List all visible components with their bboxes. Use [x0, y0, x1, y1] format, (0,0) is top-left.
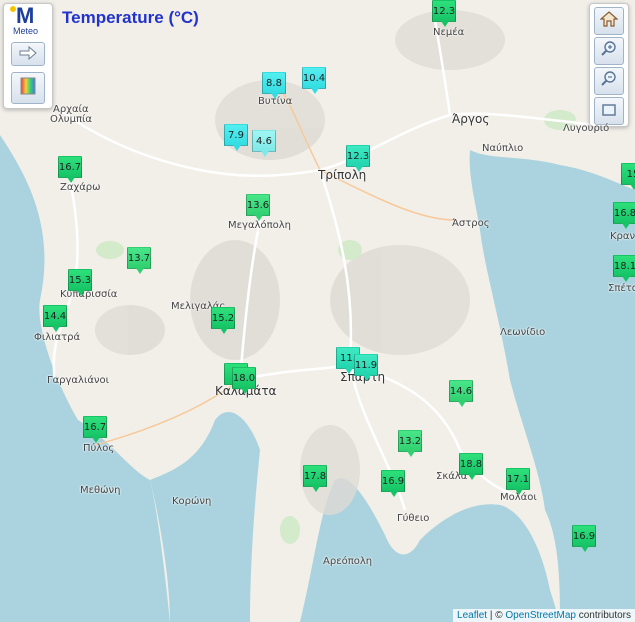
city-label: Σπέτσες	[608, 283, 635, 294]
station-marker[interactable]: 7.9	[224, 124, 248, 151]
map-view[interactable]: M Meteo Temperature (°C) Αρχαία Ολυμπία …	[0, 0, 635, 622]
station-marker[interactable]: 10.4	[302, 67, 326, 94]
meteo-logo[interactable]: M Meteo	[10, 3, 46, 38]
station-marker[interactable]: 13.7	[127, 247, 151, 274]
station-marker[interactable]: 16.7	[58, 156, 82, 183]
city-label: Ολυμπία	[50, 114, 92, 125]
station-marker[interactable]: 17.1	[506, 468, 530, 495]
station-marker[interactable]: 4.6	[252, 130, 276, 157]
fullscreen-button[interactable]	[594, 97, 624, 125]
station-marker[interactable]: 16.9	[572, 525, 596, 552]
city-label: Νεμέα	[433, 27, 465, 38]
leaflet-link[interactable]: Leaflet	[457, 610, 487, 621]
arrow-right-icon	[18, 45, 38, 64]
station-marker[interactable]: 18.8	[459, 453, 483, 480]
station-marker[interactable]: 18.0	[232, 367, 256, 394]
city-label: Κορώνη	[172, 496, 212, 507]
palette-button[interactable]	[11, 72, 45, 104]
home-icon	[599, 11, 619, 31]
station-marker[interactable]: 12.3	[432, 0, 456, 27]
fullscreen-icon	[601, 102, 617, 121]
station-marker[interactable]: 16.8	[613, 202, 635, 229]
station-marker[interactable]: 11.9	[354, 354, 378, 381]
city-label: Άστρος	[452, 218, 490, 229]
city-label: Μεγαλόπολη	[228, 220, 291, 231]
station-marker[interactable]: 14.4	[43, 305, 67, 332]
home-button[interactable]	[594, 7, 624, 35]
right-control-panel	[589, 3, 629, 127]
city-label: Αρεόπολη	[323, 556, 373, 567]
city-label: Λεωνίδιο	[500, 327, 546, 338]
station-marker[interactable]: 15.2	[211, 307, 235, 334]
station-marker[interactable]: 8.8	[262, 72, 286, 99]
station-marker[interactable]: 16.7	[83, 416, 107, 443]
city-label: Μεθώνη	[80, 485, 121, 496]
attribution-separator: | ©	[487, 610, 506, 621]
station-marker[interactable]: 18.1	[613, 255, 635, 282]
zoom-in-button[interactable]	[594, 37, 624, 65]
palette-icon	[20, 77, 36, 99]
station-marker[interactable]: 16.9	[381, 470, 405, 497]
station-marker[interactable]: 15	[621, 163, 635, 190]
zoom-out-icon	[600, 70, 618, 92]
zoom-out-button[interactable]	[594, 67, 624, 95]
osm-link[interactable]: OpenStreetMap	[505, 610, 576, 621]
station-marker[interactable]: 15.3	[68, 269, 92, 296]
city-label: Γύθειο	[397, 513, 430, 524]
left-control-panel: M Meteo	[3, 3, 53, 109]
station-marker[interactable]: 17.8	[303, 465, 327, 492]
city-label: Ζαχάρω	[60, 182, 101, 193]
station-marker[interactable]: 12.3	[346, 145, 370, 172]
city-label: Κρανίδι	[610, 231, 635, 242]
city-label: Άργος	[452, 112, 490, 126]
station-marker[interactable]: 13.6	[246, 194, 270, 221]
city-label: Γαργαλιάνοι	[47, 375, 110, 386]
map-title: Temperature (°C)	[62, 8, 199, 27]
city-label: Ναύπλιο	[482, 143, 524, 154]
attribution-suffix: contributors	[575, 610, 631, 621]
city-label: Φιλιατρά	[34, 332, 81, 343]
attribution: Leaflet | © OpenStreetMap contributors	[453, 609, 635, 622]
logo-letter: M	[16, 3, 35, 28]
zoom-in-icon	[600, 40, 618, 62]
station-marker[interactable]: 14.6	[449, 380, 473, 407]
city-label: Πύλος	[83, 443, 115, 454]
next-layer-button[interactable]	[11, 42, 45, 66]
logo-text: Meteo	[13, 26, 39, 36]
station-marker[interactable]: 13.2	[398, 430, 422, 457]
city-label: Λυγουριό	[563, 123, 610, 134]
